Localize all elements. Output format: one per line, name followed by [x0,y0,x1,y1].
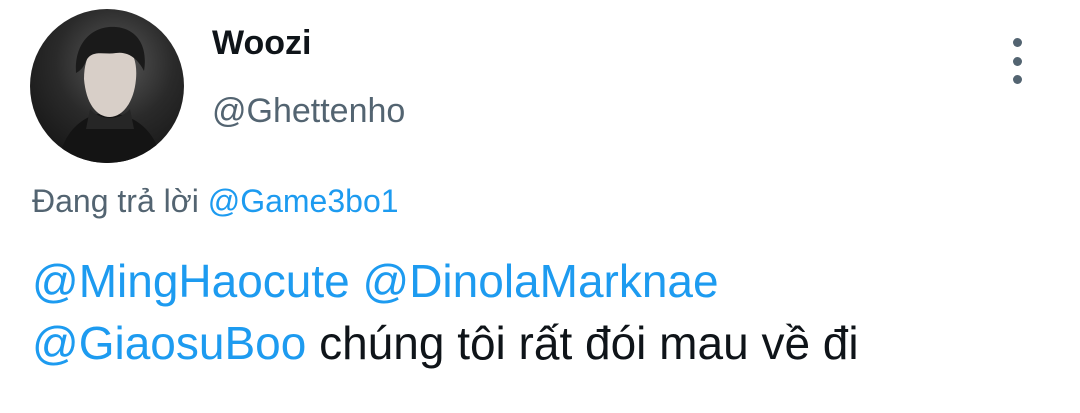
mention-link[interactable]: @DinolaMarknae [363,255,719,307]
more-vertical-icon-dot-2 [1012,56,1022,66]
mention-link[interactable]: @GiaosuBoo [32,317,306,369]
avatar-image [58,26,162,163]
tweet-text: @MingHaocute @DinolaMarknae @GiaosuBoo ch… [32,250,1052,374]
more-vertical-icon-dot-3 [1012,75,1022,84]
reply-context: Đang trả lời @Game3bo1 [32,183,399,220]
reply-mention-link[interactable]: @Game3bo1 [208,183,399,219]
tweet-body-text: chúng tôi rất đói mau về đi [319,317,859,369]
avatar[interactable] [30,9,184,163]
more-options-button[interactable] [1004,38,1030,84]
reply-prefix: Đang trả lời [32,183,199,219]
author-handle[interactable]: @Ghettenho [212,92,405,131]
more-vertical-icon [1012,38,1022,47]
author-display-name[interactable]: Woozi [212,24,311,63]
mention-link[interactable]: @MingHaocute [32,255,350,307]
